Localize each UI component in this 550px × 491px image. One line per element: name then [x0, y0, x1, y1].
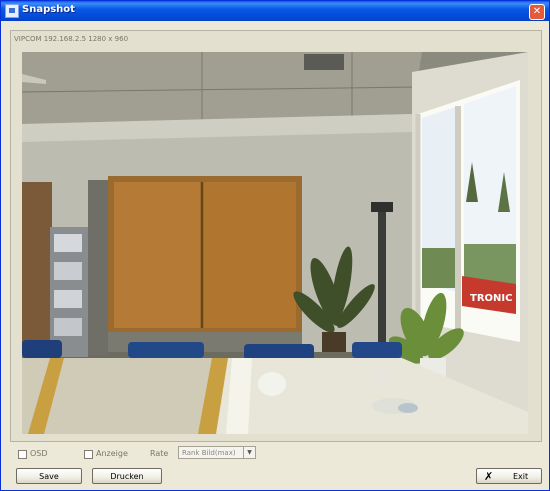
window-title: Snapshot [22, 4, 75, 15]
rate-select[interactable]: Rank Bild(max) ▼ [178, 446, 256, 459]
osd-checkbox-row[interactable]: OSD [18, 447, 48, 461]
print-button[interactable]: Drucken [92, 468, 162, 484]
close-window-button[interactable]: ✕ [529, 4, 545, 20]
image-caption: VIPCOM 192.168.2.5 1280 x 960 [14, 35, 129, 43]
save-button[interactable]: Save [16, 468, 82, 484]
dropdown-arrow-icon[interactable]: ▼ [243, 447, 255, 458]
display-checkbox-row[interactable]: Anzeige [84, 447, 128, 461]
rate-select-value: Rank Bild(max) [182, 449, 236, 457]
exit-button-label: Exit [513, 472, 529, 481]
exit-button[interactable]: ✗ Exit [476, 468, 542, 484]
tronic-sign-text: TRONIC [470, 293, 512, 304]
osd-checkbox[interactable] [18, 449, 27, 459]
close-x-icon: ✗ [484, 470, 494, 483]
camera-snapshot: TRONIC [22, 52, 528, 434]
osd-checkbox-label: OSD [30, 449, 48, 458]
rate-label: Rate [150, 449, 169, 458]
title-bar[interactable]: Snapshot ✕ [1, 1, 549, 21]
app-icon [5, 4, 19, 18]
display-checkbox-label: Anzeige [96, 449, 128, 458]
office-scene-image: TRONIC [22, 52, 528, 434]
display-checkbox[interactable] [84, 449, 93, 459]
